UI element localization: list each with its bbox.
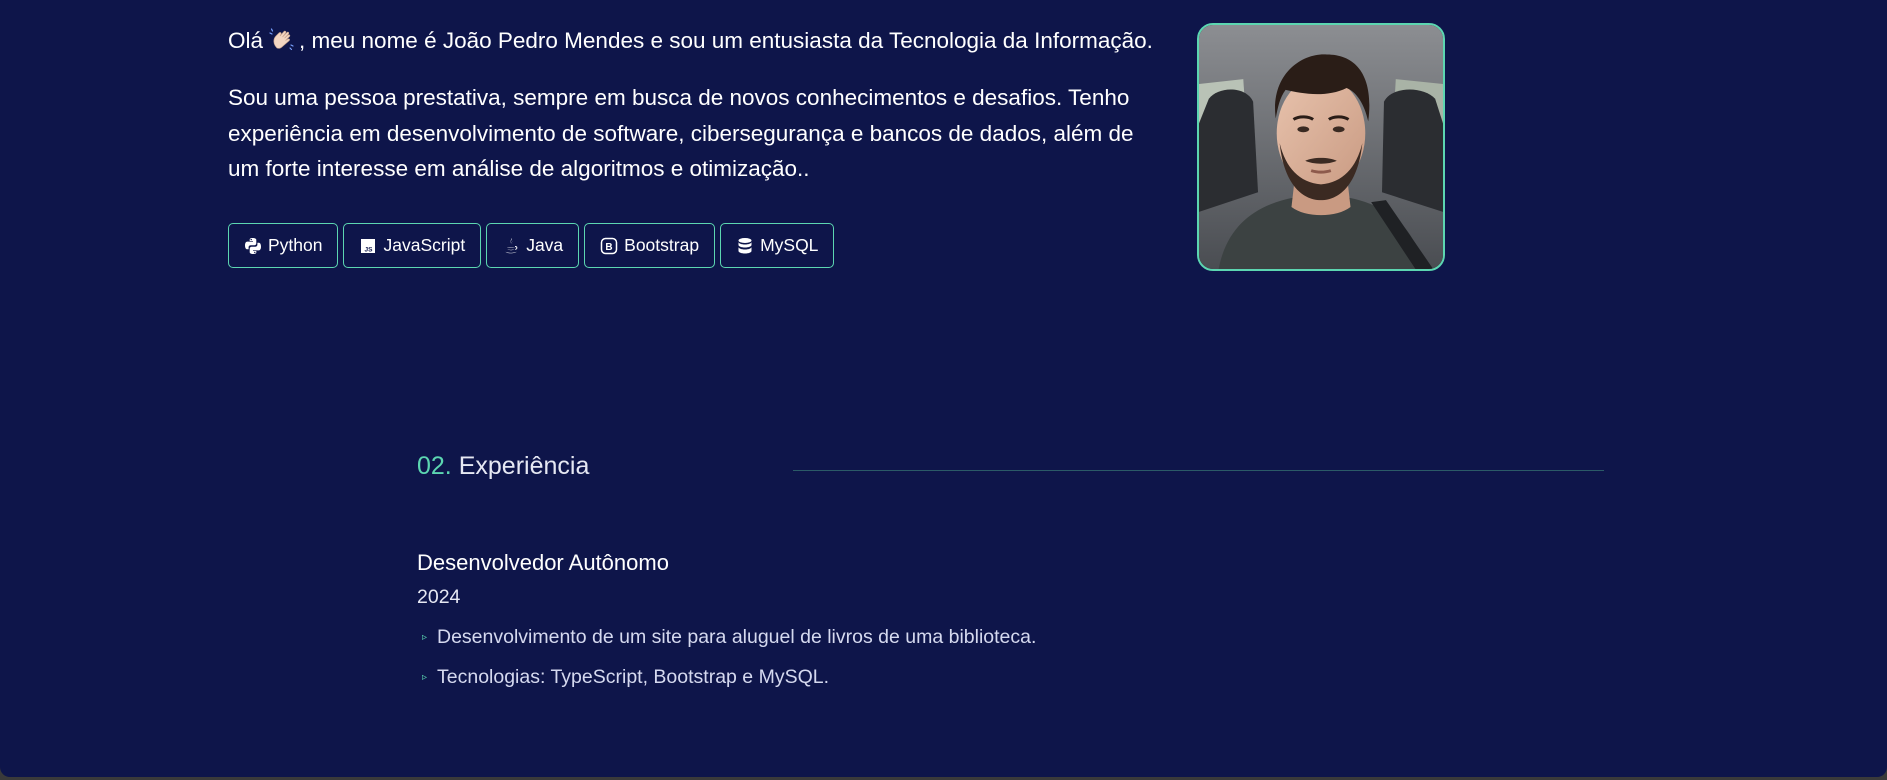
section-title-experience: 02. Experiência [417, 452, 589, 481]
skill-label: Bootstrap [624, 235, 700, 255]
svg-text:JS: JS [365, 246, 374, 253]
profile-photo [1197, 23, 1445, 271]
job-year: 2024 [417, 586, 461, 608]
section-divider [793, 470, 1604, 471]
skill-tag-python[interactable]: Python [228, 223, 339, 268]
bio-text: Sou uma pessoa prestativa, sempre em bus… [228, 85, 1134, 181]
database-icon [736, 237, 754, 255]
list-item: ▹ Desenvolvimento de um site para alugue… [417, 624, 1036, 664]
intro-text: Olá , meu nome é João Pedro Mendes e sou… [228, 27, 1188, 55]
triangle-bullet-icon: ▹ [422, 632, 428, 643]
bootstrap-icon: B [600, 237, 618, 255]
section-heading: Experiência [458, 452, 590, 480]
intro-sentence: , meu nome é João Pedro Mendes e sou um … [299, 28, 1153, 53]
skill-label: Python [268, 235, 323, 255]
list-item-text: Tecnologias: TypeScript, Bootstrap e MyS… [437, 666, 829, 688]
section-number: 02. [417, 452, 452, 480]
triangle-bullet-icon: ▹ [422, 672, 428, 683]
skill-tag-bootstrap[interactable]: B Bootstrap [584, 223, 716, 268]
list-item-text: Desenvolvimento de um site para aluguel … [437, 626, 1037, 648]
skill-label: Java [526, 235, 564, 255]
java-icon [502, 237, 520, 255]
skill-label: JavaScript [383, 235, 466, 255]
job-details-list: ▹ Desenvolvimento de um site para alugue… [417, 624, 1036, 704]
skill-tags: Python JS JavaScript Java B Bootstrap My… [228, 223, 835, 268]
list-item: ▹ Tecnologias: TypeScript, Bootstrap e M… [417, 664, 1036, 704]
svg-text:B: B [606, 242, 613, 253]
skill-label: MySQL [760, 235, 819, 255]
skill-tag-mysql[interactable]: MySQL [720, 223, 835, 268]
portfolio-page: Olá , meu nome é João Pedro Mendes e sou… [0, 0, 1887, 777]
skill-tag-javascript[interactable]: JS JavaScript [343, 223, 482, 268]
skill-tag-java[interactable]: Java [486, 223, 580, 268]
python-icon [244, 237, 262, 255]
job-role: Desenvolvedor Autônomo [417, 550, 669, 575]
bio-paragraph: Sou uma pessoa prestativa, sempre em bus… [228, 80, 1158, 187]
waving-hand-icon [269, 28, 297, 52]
javascript-icon: JS [359, 237, 377, 255]
intro-greeting: Olá [228, 28, 264, 53]
